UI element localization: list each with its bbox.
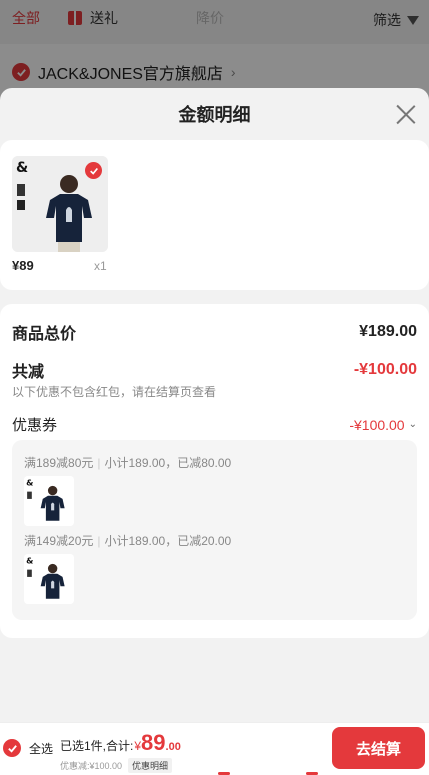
sheet-title: 金额明细: [178, 105, 251, 125]
coupon-label: 优惠券: [12, 417, 58, 434]
total-amount-decimal: .00: [165, 741, 181, 753]
total-summary: 已选1件,合计: ¥ 89 .00: [60, 732, 181, 754]
coupon-row[interactable]: 优惠券 -¥100.00 ⌄: [12, 414, 417, 435]
select-all-label[interactable]: 全选: [29, 740, 53, 757]
product-thumbnail[interactable]: &: [12, 156, 108, 252]
product-card: & ¥89 x1: [0, 140, 429, 290]
svg-text:&: &: [26, 555, 33, 565]
summary-card: 商品总价 ¥189.00 共减 -¥100.00 以下优惠不包含红包，请在结算页…: [0, 304, 429, 638]
coupon-detail: 小计189.00，已减80.00: [104, 456, 232, 470]
total-value: ¥189.00: [359, 323, 417, 340]
close-icon[interactable]: [395, 103, 417, 125]
chevron-down-icon: ⌄: [408, 419, 417, 430]
coupon-product-thumbnail: &: [24, 476, 74, 526]
discount-value: -¥100.00: [353, 361, 417, 378]
coupon-value: -¥100.00: [349, 416, 405, 433]
discount-summary: 优惠减:¥100.00 优惠明细: [60, 758, 173, 773]
svg-text:&: &: [16, 160, 28, 176]
product-quantity: x1: [94, 259, 107, 273]
discount-label: 共减: [12, 364, 45, 381]
coupon-detail-box: 满189减80元 | 小计189.00，已减80.00 & 满149减20元 | 小计1…: [12, 440, 417, 620]
product-price: ¥89: [12, 258, 34, 273]
total-amount-integer: 89: [141, 730, 166, 755]
amount-detail-sheet: 金额明细 & ¥89 x1 商品总价 ¥189.00 共减 -¥100.00 以…: [0, 88, 429, 775]
select-all-check-icon[interactable]: [3, 739, 21, 757]
coupon-line: 满189减80元 | 小计189.00，已减80.00: [24, 456, 232, 470]
checkout-button[interactable]: 去结算: [332, 727, 425, 769]
total-currency: ¥: [134, 739, 142, 753]
discount-detail-button[interactable]: 优惠明细: [128, 758, 173, 773]
discount-summary-text: 优惠减:¥100.00: [60, 761, 123, 771]
total-row: 商品总价 ¥189.00: [12, 320, 417, 344]
item-check-icon[interactable]: [85, 162, 102, 179]
checkout-bar: 全选 已选1件,合计: ¥ 89 .00 优惠减:¥100.00 优惠明细 去结…: [0, 722, 429, 775]
discount-note: 以下优惠不包含红包，请在结算页查看: [12, 385, 217, 399]
coupon-rule: 满149减20元: [24, 534, 94, 548]
coupon-value-toggle[interactable]: -¥100.00 ⌄: [349, 417, 417, 433]
tshirt-product-image: &: [24, 476, 74, 526]
tshirt-product-image: &: [24, 554, 74, 604]
coupon-product-thumbnail: &: [24, 554, 74, 604]
selected-count-text: 已选1件,合计:: [60, 739, 134, 753]
coupon-rule: 满189减80元: [24, 456, 94, 470]
coupon-line: 满149减20元 | 小计189.00，已减20.00: [24, 534, 232, 548]
discount-row: 共减 -¥100.00: [12, 358, 417, 382]
total-label: 商品总价: [12, 326, 77, 343]
coupon-detail: 小计189.00，已减20.00: [104, 534, 232, 548]
svg-text:&: &: [26, 477, 33, 487]
sheet-header: 金额明细: [0, 88, 429, 140]
